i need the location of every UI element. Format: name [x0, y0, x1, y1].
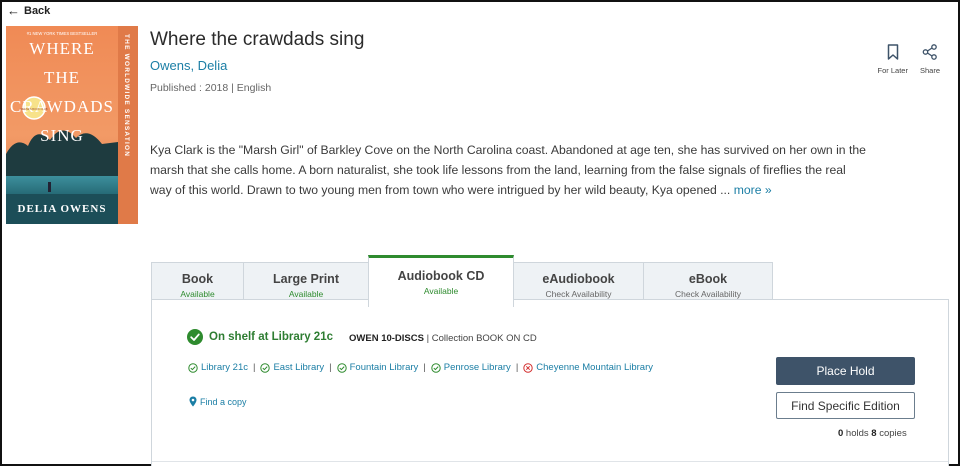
library-item-penrose-library[interactable]: Penrose Library	[431, 362, 511, 373]
library-name: Penrose Library	[443, 362, 511, 373]
item-actions: For Later Share	[878, 44, 940, 75]
separator: |	[423, 362, 426, 373]
library-item-east-library[interactable]: East Library	[260, 362, 324, 373]
share-label: Share	[919, 66, 940, 75]
cover-spine-text: THE WORLDWIDE SENSATION	[123, 34, 130, 157]
library-name: Cheyenne Mountain Library	[536, 362, 653, 373]
call-number: OWEN 10-DISCS	[349, 333, 424, 344]
find-a-copy-link[interactable]: Find a copy	[189, 396, 247, 407]
library-name: Fountain Library	[349, 362, 419, 373]
check-circle-icon	[187, 329, 203, 345]
cover-title-line-1: WHERE	[29, 39, 94, 58]
holds-copies-count: 0 holds 8 copies	[838, 428, 907, 439]
copies-label: copies	[876, 428, 907, 439]
separator: |	[253, 362, 256, 373]
x-circle-icon	[523, 362, 533, 373]
tab-eaudiobook-status: Check Availability	[545, 288, 612, 299]
bookmark-icon	[887, 44, 899, 60]
library-list: Library 21c | East Library | Fountain Li…	[188, 362, 653, 373]
map-pin-icon	[189, 396, 197, 407]
tab-ebook-name: eBook	[688, 271, 728, 286]
shelf-status: On shelf at Library 21c	[187, 329, 333, 345]
collection-info: | Collection BOOK ON CD	[423, 333, 537, 344]
separator: |	[515, 362, 519, 373]
check-outline-icon	[431, 362, 441, 373]
library-item-library-21c[interactable]: Library 21c	[188, 362, 248, 373]
author-link[interactable]: Owens, Delia	[150, 58, 227, 73]
cover-title-line-2: THE	[44, 68, 80, 87]
publication-info: Published : 2018 | English	[150, 82, 272, 94]
find-a-copy-label: Find a copy	[200, 396, 247, 407]
place-hold-button[interactable]: Place Hold	[776, 357, 915, 385]
book-cover[interactable]: #1 NEW YORK TIMES BESTSELLER WHERE THE C…	[6, 26, 138, 224]
cover-author: DELIA OWENS	[18, 203, 107, 215]
check-outline-icon	[260, 362, 271, 373]
cover-title-line-4: SING	[40, 126, 84, 145]
tab-book-status: Available	[180, 288, 215, 299]
check-outline-icon	[188, 362, 198, 373]
for-later-label: For Later	[877, 66, 908, 75]
cover-banner: #1 NEW YORK TIMES BESTSELLER	[27, 31, 98, 36]
share-button[interactable]: Share	[920, 44, 940, 75]
cover-title-line-3: CRAWDADS	[10, 97, 114, 116]
share-icon	[922, 44, 937, 60]
tab-ebook-status: Check Availability	[675, 288, 741, 299]
for-later-button[interactable]: For Later	[878, 44, 908, 75]
more-link[interactable]: more »	[734, 183, 772, 197]
shelf-status-label: On shelf at Library 21c	[209, 331, 333, 343]
library-name: Library 21c	[201, 362, 248, 373]
tab-audiobook-cd-status: Available	[423, 286, 459, 296]
back-label: Back	[24, 4, 51, 17]
library-item-fountain-library[interactable]: Fountain Library	[336, 362, 419, 373]
back-link[interactable]: ← Back	[7, 4, 50, 17]
cover-badge-text: REESE'S BOOK CLUB	[21, 107, 48, 111]
library-name: East Library	[273, 362, 325, 373]
library-item-cheyenne-mountain-library[interactable]: Cheyenne Mountain Library	[523, 362, 653, 373]
tab-book-name: Book	[181, 271, 214, 286]
tab-audiobook-cd-name: Audiobook CD	[397, 269, 485, 283]
tab-large-print-name: Large Print	[273, 271, 339, 286]
call-number-info: OWEN 10-DISCS | Collection BOOK ON CD	[349, 333, 537, 344]
tab-eaudiobook-name: eAudiobook	[542, 271, 615, 286]
holds-label: holds	[843, 428, 872, 439]
find-specific-edition-button[interactable]: Find Specific Edition	[776, 392, 915, 419]
check-outline-icon	[336, 362, 347, 373]
book-title: Where the crawdads sing	[150, 29, 365, 50]
panel-divider	[152, 461, 948, 462]
tab-large-print-status: Available	[288, 288, 324, 299]
book-summary: Kya Clark is the "Marsh Girl" of Barkley…	[150, 140, 870, 200]
book-cover-art: #1 NEW YORK TIMES BESTSELLER WHERE THE C…	[6, 26, 138, 224]
tab-audiobook-cd[interactable]: Audiobook CD Available	[368, 255, 514, 307]
separator: |	[329, 362, 332, 373]
availability-panel: On shelf at Library 21c OWEN 10-DISCS | …	[151, 299, 949, 466]
back-arrow-icon: ←	[7, 3, 20, 18]
